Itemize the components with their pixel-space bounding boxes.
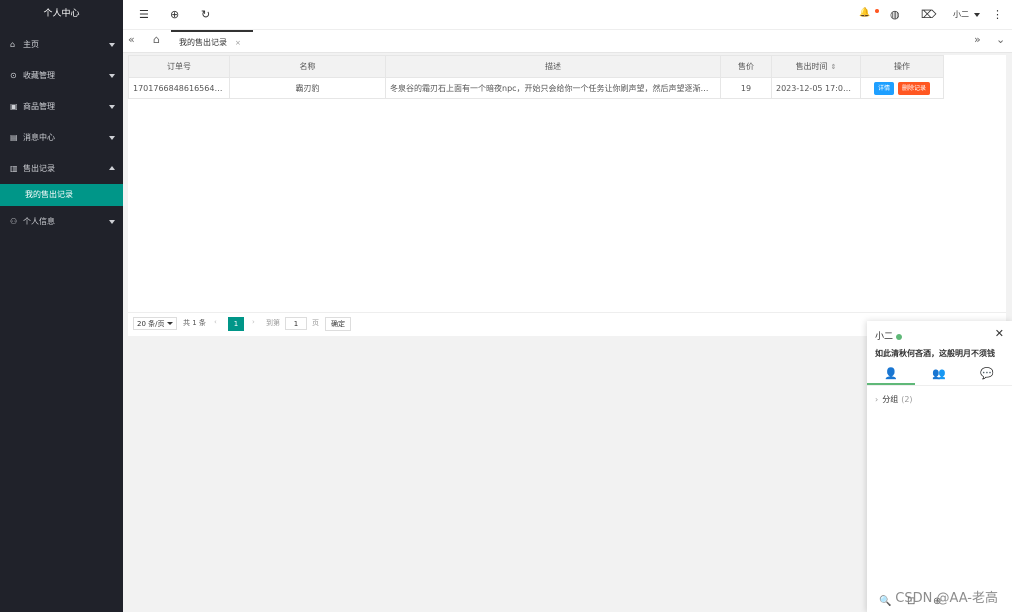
chevron-down-icon [109, 136, 115, 140]
tabs-dropdown-icon[interactable]: ⌄ [996, 33, 1005, 46]
messages-icon: ▤ [10, 133, 18, 142]
cell-time: 2023-12-05 17:00:48 [771, 77, 861, 99]
sales-icon: ▥ [10, 164, 18, 173]
friends-tab-icon[interactable]: 👤 [867, 364, 915, 385]
sidebar-item-favorites[interactable]: ⊙ 收藏管理 [0, 60, 123, 91]
history-tab-icon[interactable]: 💬 [963, 364, 1011, 385]
table-header-row: 订单号 名称 描述 售价 售出时间 ⇕ 操作 [128, 55, 944, 78]
chevron-down-icon [109, 43, 115, 47]
search-icon[interactable]: 🔍 [879, 596, 891, 607]
page-size-value: 20 条/页 [137, 320, 165, 328]
group-label: 分组 [882, 395, 899, 404]
col-order-no: 订单号 [128, 55, 230, 78]
user-menu[interactable]: 小二 [953, 9, 980, 20]
col-desc: 描述 [385, 55, 721, 78]
goto-confirm-button[interactable]: 确定 [325, 317, 351, 331]
bell-icon[interactable]: 🔔 [859, 8, 870, 18]
chevron-down-icon [167, 322, 173, 325]
close-icon[interactable]: ✕ [995, 327, 1004, 340]
col-actions: 操作 [860, 55, 944, 78]
watermark: CSDN @AA-老高 [895, 591, 998, 606]
chevron-down-icon [109, 74, 115, 78]
home-icon: ⌂ [10, 40, 16, 49]
globe-icon[interactable]: ⊕ [170, 8, 179, 21]
tab-label: 我的售出记录 [179, 38, 227, 47]
cell-desc: 冬泉谷的霜刃石上面有一个暗夜npc，开始只会给你一个任务让你刷声望，然后声望逐渐… [385, 77, 721, 99]
delete-record-button[interactable]: 删除记录 [898, 81, 931, 95]
theme-icon[interactable]: ◍ [890, 8, 900, 21]
tab-bar: « ⌂ 我的售出记录 × » ⌄ [123, 29, 1012, 53]
groups-tab-icon[interactable]: 👥 [915, 364, 963, 385]
chevron-down-icon [109, 220, 115, 224]
sidebar-item-label: 收藏管理 [23, 71, 55, 80]
chevron-up-icon [109, 166, 115, 170]
col-time-label: 售出时间 [795, 62, 828, 71]
goto-page-input[interactable]: 1 [285, 317, 307, 330]
sidebar-item-home[interactable]: ⌂ 主页 [0, 29, 123, 60]
col-name: 名称 [229, 55, 386, 78]
total-count: 共 1 条 [183, 319, 206, 327]
page-size-select[interactable]: 20 条/页 [133, 317, 177, 330]
tag-icon[interactable]: ⌦ [921, 8, 937, 21]
user-name: 小二 [953, 10, 969, 19]
sidebar-subitem-my-sales[interactable]: 我的售出记录 [0, 184, 123, 206]
sidebar-item-label: 个人信息 [23, 217, 55, 226]
refresh-icon[interactable]: ↻ [201, 8, 210, 21]
detail-button[interactable]: 详情 [873, 81, 894, 95]
chat-signature: 如此清秋何吝酒，这般明月不须钱 [875, 349, 995, 358]
page-number-current[interactable]: 1 [228, 317, 244, 331]
chat-user: 小二 [875, 329, 903, 342]
online-status-dot [896, 333, 903, 340]
sidebar-item-messages[interactable]: ▤ 消息中心 [0, 122, 123, 153]
sidebar-title: 个人中心 [43, 9, 80, 19]
notification-dot [875, 9, 879, 13]
next-page-icon[interactable]: › [252, 318, 255, 326]
cell-actions: 详情 删除记录 [860, 77, 944, 99]
col-price: 售价 [720, 55, 772, 78]
favorites-icon: ⊙ [10, 71, 17, 80]
sales-table: 订单号 名称 描述 售价 售出时间 ⇕ 操作 170176684861656466… [128, 55, 944, 99]
tab-my-sales[interactable]: 我的售出记录 × [171, 30, 253, 52]
menu-toggle-icon[interactable]: ☰ [139, 8, 149, 21]
chat-user-name: 小二 [875, 332, 894, 342]
tabs-prev-icon[interactable]: « [128, 33, 135, 46]
sidebar: 个人中心 ⌂ 主页 ⊙ 收藏管理 ▣ 商品管理 ▤ 消息中心 ▥ 售出记录 我的售出记录 … [0, 0, 123, 612]
goto-label: 到第 [266, 319, 280, 327]
tabs-next-icon[interactable]: » [974, 33, 981, 46]
table-row: 1701766848616564665 霸刃豹 冬泉谷的霜刃石上面有一个暗夜np… [128, 77, 944, 99]
group-count: (2) [901, 395, 913, 404]
sidebar-item-profile[interactable]: ⚇ 个人信息 [0, 206, 123, 237]
close-icon[interactable]: × [235, 39, 241, 47]
chevron-right-icon: › [875, 395, 879, 404]
friend-group[interactable]: › 分组 (2) [875, 394, 913, 405]
products-icon: ▣ [10, 102, 18, 111]
cell-order-no: 1701766848616564665 [128, 77, 230, 99]
sidebar-item-label: 售出记录 [23, 164, 55, 173]
sidebar-item-products[interactable]: ▣ 商品管理 [0, 91, 123, 122]
prev-page-icon[interactable]: ‹ [214, 318, 217, 326]
main-content: 订单号 名称 描述 售价 售出时间 ⇕ 操作 170176684861656466… [128, 55, 1006, 336]
sidebar-item-label: 消息中心 [23, 133, 55, 142]
profile-icon: ⚇ [10, 217, 18, 226]
home-tab-icon[interactable]: ⌂ [153, 33, 160, 46]
more-icon[interactable]: ⋮ [992, 8, 1003, 21]
chevron-down-icon [109, 105, 115, 109]
sort-icon[interactable]: ⇕ [831, 63, 837, 71]
sidebar-item-label: 商品管理 [23, 102, 55, 111]
cell-price: 19 [720, 77, 772, 99]
sidebar-item-sales[interactable]: ▥ 售出记录 [0, 153, 123, 184]
cell-name: 霸刃豹 [229, 77, 386, 99]
caret-down-icon [973, 12, 980, 17]
chat-panel: 小二 ✕ 如此清秋何吝酒，这般明月不须钱 👤 👥 💬 › 分组 (2) 🔍 ⊡ ⊕ [867, 321, 1012, 612]
col-time[interactable]: 售出时间 ⇕ [771, 55, 861, 78]
top-bar: ☰ ⊕ ↻ 🔔 ◍ ⌦ 小二 ⋮ [123, 0, 1012, 29]
page-unit: 页 [312, 319, 319, 327]
sidebar-item-label: 主页 [23, 40, 39, 49]
chat-tabs: 👤 👥 💬 [867, 364, 1012, 386]
